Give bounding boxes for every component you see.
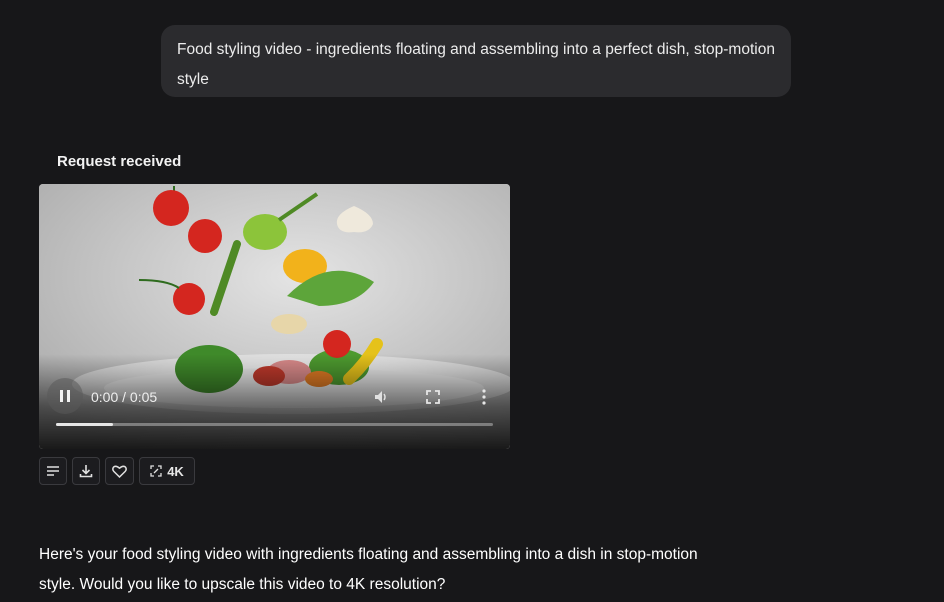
video-progress-bar[interactable]: [56, 423, 493, 426]
download-icon: [79, 465, 93, 478]
details-button[interactable]: [39, 457, 67, 485]
video-player[interactable]: 0:00 / 0:05: [39, 184, 510, 449]
upscale-icon: [150, 465, 162, 477]
fullscreen-icon[interactable]: [426, 390, 440, 404]
user-message-bubble: Food styling video - ingredients floatin…: [161, 25, 791, 97]
favorite-button[interactable]: [105, 457, 134, 485]
user-message-text: Food styling video - ingredients floatin…: [177, 41, 775, 88]
assistant-reply: Here's your food styling video with ingr…: [39, 546, 698, 593]
status-text: Request received: [57, 153, 182, 170]
upscale-label: 4K: [167, 463, 184, 479]
pause-icon: [60, 390, 63, 402]
download-button[interactable]: [72, 457, 100, 485]
heart-icon: [112, 465, 127, 478]
message-actions: 4K: [39, 457, 195, 485]
video-progress-fill: [56, 423, 113, 426]
video-time: 0:00 / 0:05: [91, 389, 158, 405]
pause-button[interactable]: [47, 378, 83, 414]
more-vertical-icon[interactable]: [481, 389, 487, 405]
upscale-4k-button[interactable]: 4K: [139, 457, 195, 485]
volume-icon[interactable]: [373, 389, 389, 405]
details-lines-icon: [47, 466, 59, 476]
